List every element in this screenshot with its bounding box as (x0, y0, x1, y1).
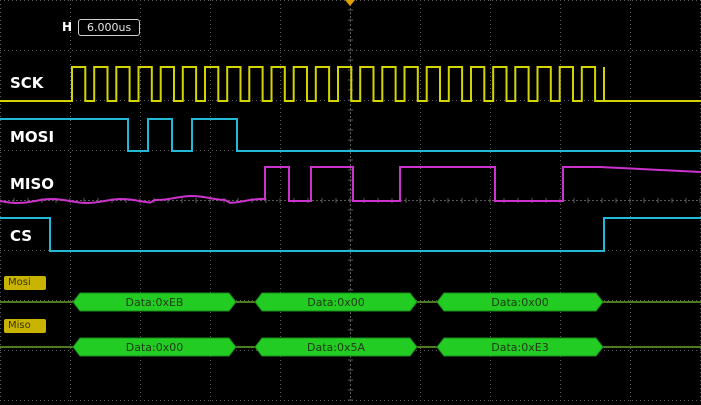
bus-label-miso[interactable]: Miso (4, 319, 46, 333)
sck-trace (0, 66, 701, 102)
trigger-position-marker[interactable] (345, 0, 355, 6)
horizontal-label: H (62, 20, 73, 34)
decoded-packet-label: Data:0xEB (126, 296, 184, 309)
oscilloscope-display[interactable]: Data:0xEB Data:0x00 Data:0x00 Data:0x00 Data… (0, 0, 701, 401)
horizontal-scale-readout[interactable]: H 6.000us (62, 17, 141, 37)
waveform-traces (0, 66, 701, 252)
channel-label-mosi[interactable]: MOSI (10, 128, 54, 146)
channel-label-sck[interactable]: SCK (10, 74, 43, 92)
timebase-value[interactable]: 6.000us (78, 18, 141, 36)
decoded-packet-label: Data:0x00 (126, 341, 183, 354)
waveform-canvas: Data:0xEB Data:0x00 Data:0x00 Data:0x00 Data… (0, 0, 701, 401)
channel-label-cs[interactable]: CS (10, 227, 32, 245)
decoded-packet-label: Data:0x5A (307, 341, 365, 354)
decoded-packet-label: Data:0x00 (307, 296, 364, 309)
bus-label-mosi[interactable]: Mosi (4, 276, 46, 290)
channel-label-miso[interactable]: MISO (10, 175, 54, 193)
mosi-trace (0, 118, 701, 152)
decoded-packet-label: Data:0xE3 (491, 341, 548, 354)
cs-trace (0, 217, 701, 252)
trigger-marker-icon[interactable] (345, 0, 355, 6)
decoded-packet-label: Data:0x00 (491, 296, 548, 309)
